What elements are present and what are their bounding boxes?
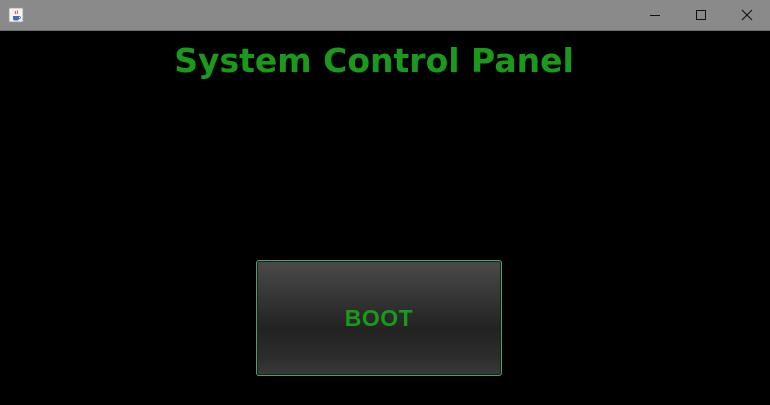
close-icon [741,6,753,25]
java-cup-icon [8,7,24,23]
minimize-icon [649,6,661,25]
page-title: System Control Panel [174,41,574,80]
maximize-icon [695,6,707,25]
control-panel: System Control Panel BOOT [1,31,769,404]
title-bar[interactable] [0,0,770,31]
app-window: System Control Panel BOOT [0,0,770,405]
close-button[interactable] [724,0,770,31]
minimize-button[interactable] [632,0,678,31]
boot-button-label: BOOT [344,304,414,331]
maximize-button[interactable] [678,0,724,31]
boot-button[interactable]: BOOT [256,260,502,376]
